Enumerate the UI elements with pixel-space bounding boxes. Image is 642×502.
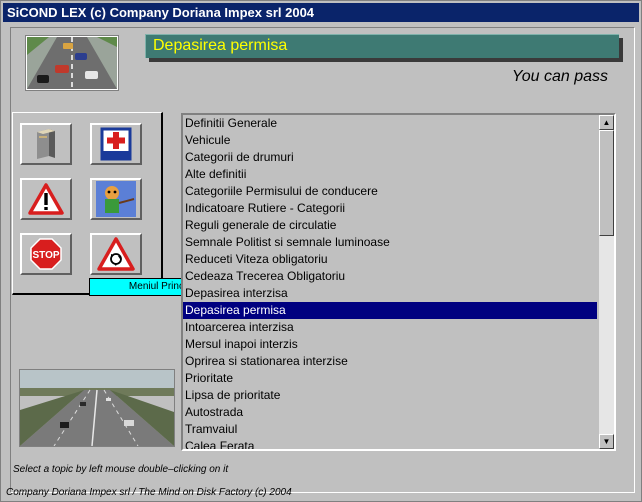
topic-list-item[interactable]: Lipsa de prioritate: [183, 387, 597, 404]
first-aid-icon: [100, 127, 132, 161]
topic-list-item[interactable]: Calea Ferata: [183, 438, 597, 449]
topic-list-item[interactable]: Tramvaiul: [183, 421, 597, 438]
stop-signs-button[interactable]: STOP: [20, 233, 72, 275]
topic-list-item[interactable]: Reguli generale de circulatie: [183, 217, 597, 234]
warning-sign-icon: [28, 183, 64, 215]
svg-text:STOP: STOP: [32, 250, 59, 261]
topic-list-item[interactable]: Reduceti Viteza obligatoriu: [183, 251, 597, 268]
arrow-down-icon: ▼: [602, 437, 611, 446]
topics-listbox[interactable]: Definitii Generale Vehicule Categorii de d…: [181, 113, 601, 451]
topic-list-item[interactable]: Oprirea si stationarea interzise: [183, 353, 597, 370]
topics-list: Definitii Generale Vehicule Categorii de d…: [183, 115, 597, 449]
roundabout-button[interactable]: [90, 233, 142, 275]
usage-hint: Select a topic by left mouse double–clic…: [13, 464, 229, 475]
first-aid-button[interactable]: [90, 123, 142, 165]
topic-illustration: [25, 35, 119, 91]
topics-scrollbar[interactable]: ▲ ▼: [599, 113, 616, 451]
topic-list-item[interactable]: Vehicule: [183, 132, 597, 149]
book-icon: [37, 129, 55, 159]
topic-list-item[interactable]: Depasirea permisa: [183, 302, 597, 319]
topic-list-item[interactable]: Categoriile Permisului de conducere: [183, 183, 597, 200]
topic-list-item[interactable]: Definitii Generale: [183, 115, 597, 132]
roundabout-sign-icon: [97, 237, 135, 271]
stop-sign-icon: STOP: [30, 238, 62, 270]
scroll-thumb[interactable]: [599, 130, 614, 236]
arrow-up-icon: ▲: [602, 118, 611, 127]
scroll-down-button[interactable]: ▼: [599, 434, 614, 449]
window-title: SiCOND LEX (c) Company Doriana Impex srl…: [3, 3, 639, 22]
highway-photo: [19, 369, 175, 447]
topic-list-item[interactable]: Alte definitii: [183, 166, 597, 183]
topic-list-item[interactable]: Prioritate: [183, 370, 597, 387]
topic-list-item[interactable]: Depasirea interzisa: [183, 285, 597, 302]
topic-list-item[interactable]: Categorii de drumuri: [183, 149, 597, 166]
warning-signs-button[interactable]: [20, 178, 72, 220]
topic-list-item[interactable]: Autostrada: [183, 404, 597, 421]
instructor-icon: [96, 181, 136, 217]
topic-list-item[interactable]: Intoarcerea interzisa: [183, 319, 597, 336]
topic-list-item[interactable]: Indicatoare Rutiere - Categorii: [183, 200, 597, 217]
topic-list-item[interactable]: Cedeaza Trecerea Obligatoriu: [183, 268, 597, 285]
app-window: SiCOND LEX (c) Company Doriana Impex srl…: [0, 0, 642, 502]
scroll-up-button[interactable]: ▲: [599, 115, 614, 130]
main-client-area: Depasirea permisa You can pass STOP Meni…: [4, 24, 638, 499]
footer-credits: Company Doriana Impex srl / The Mind on …: [6, 487, 292, 498]
topic-list-item[interactable]: Semnale Politist si semnale luminoase: [183, 234, 597, 251]
topic-list-item[interactable]: Mersul inapoi interzis: [183, 336, 597, 353]
dictionary-button[interactable]: [20, 123, 72, 165]
topic-title-banner: Depasirea permisa: [145, 34, 619, 58]
instructor-button[interactable]: [90, 178, 142, 220]
tool-panel: STOP: [12, 112, 163, 295]
topic-translation: You can pass: [511, 68, 608, 85]
